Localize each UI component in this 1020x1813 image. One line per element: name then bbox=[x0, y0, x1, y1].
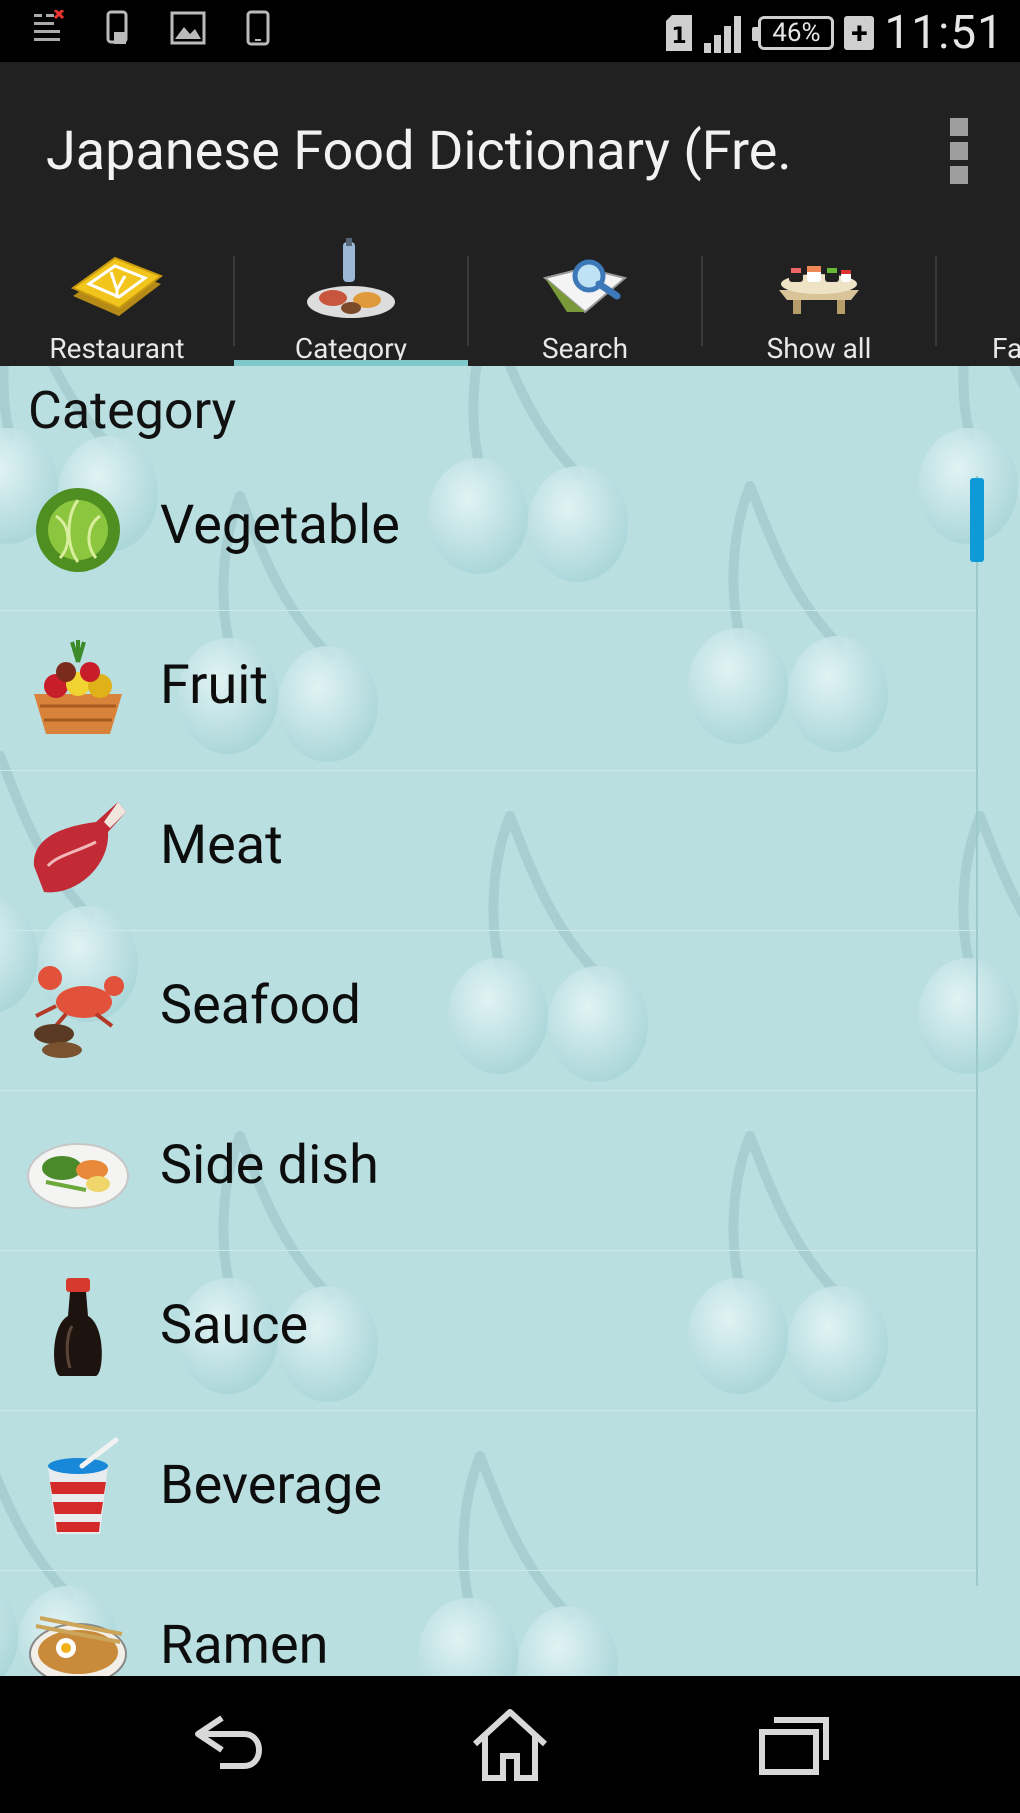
category-food-icon bbox=[307, 238, 395, 318]
tab-bar: Restaurant Category Search Show all Fa bbox=[0, 226, 1020, 366]
notification-icon bbox=[34, 10, 65, 41]
ramen-bowl-icon bbox=[29, 1616, 127, 1676]
tab-label: Show all bbox=[766, 332, 872, 365]
list-item-beverage[interactable]: Beverage bbox=[0, 1410, 980, 1571]
category-label: Meat bbox=[160, 814, 283, 877]
status-bar: 1 46% + 11:51 bbox=[0, 0, 1020, 62]
fruit-basket-icon bbox=[34, 640, 122, 734]
recent-apps-icon[interactable] bbox=[748, 1704, 838, 1784]
app-title: Japanese Food Dictionary (Fre. bbox=[46, 120, 792, 183]
scrollbar-track[interactable] bbox=[976, 476, 978, 1586]
list-item-meat[interactable]: Meat bbox=[0, 770, 980, 931]
side-dish-plate-icon bbox=[27, 1143, 129, 1209]
clock: 11:51 bbox=[884, 6, 1004, 60]
tablet-icon bbox=[246, 10, 270, 46]
tab-restaurant[interactable]: Restaurant bbox=[0, 226, 234, 366]
tab-label: Search bbox=[541, 332, 628, 365]
list-item-ramen[interactable]: Ramen bbox=[0, 1570, 980, 1676]
tab-label: Category bbox=[294, 332, 408, 365]
battery-icon: 46% bbox=[752, 16, 835, 50]
tab-search[interactable]: Search bbox=[468, 226, 702, 366]
steak-icon bbox=[33, 802, 126, 893]
phone-icon bbox=[106, 10, 128, 44]
category-label: Fruit bbox=[160, 654, 269, 717]
category-label: Sauce bbox=[160, 1294, 309, 1357]
drink-cup-icon bbox=[48, 1437, 119, 1534]
list-item-sauce[interactable]: Sauce bbox=[0, 1250, 980, 1411]
home-icon[interactable] bbox=[465, 1704, 555, 1784]
tab-category[interactable]: Category bbox=[234, 226, 468, 366]
signal-icon bbox=[704, 16, 742, 53]
restaurant-book-icon bbox=[70, 256, 164, 316]
category-list-panel[interactable]: Category Vegetable Fruit Meat Seafood Si… bbox=[0, 366, 1020, 1676]
cabbage-icon bbox=[36, 488, 120, 572]
category-label: Side dish bbox=[160, 1134, 379, 1197]
tab-show-all[interactable]: Show all bbox=[702, 226, 936, 366]
back-icon[interactable] bbox=[186, 1704, 276, 1784]
charging-plus-icon: + bbox=[844, 16, 875, 51]
category-heading: Category bbox=[28, 380, 237, 441]
action-bar: Japanese Food Dictionary (Fre. bbox=[0, 62, 1020, 226]
favorite-icon bbox=[958, 238, 1020, 328]
category-label: Ramen bbox=[160, 1614, 329, 1676]
tab-label: Restaurant bbox=[49, 332, 185, 365]
overflow-menu-icon[interactable] bbox=[948, 118, 970, 184]
soy-sauce-icon bbox=[54, 1278, 102, 1376]
lobster-icon bbox=[34, 966, 124, 1058]
image-icon bbox=[170, 11, 206, 45]
category-label: Seafood bbox=[160, 974, 361, 1037]
search-book-icon bbox=[542, 259, 628, 314]
list-item-seafood[interactable]: Seafood bbox=[0, 930, 980, 1091]
tab-favorite[interactable]: Fa bbox=[936, 226, 1020, 366]
list-item-fruit[interactable]: Fruit bbox=[0, 610, 980, 771]
svg-text:1: 1 bbox=[672, 24, 687, 49]
list-item-vegetable[interactable]: Vegetable bbox=[0, 450, 980, 611]
navigation-bar bbox=[0, 1676, 1020, 1813]
battery-percent: 46% bbox=[772, 18, 821, 48]
list-item-side-dish[interactable]: Side dish bbox=[0, 1090, 980, 1251]
category-label: Vegetable bbox=[160, 494, 400, 557]
scrollbar-thumb[interactable] bbox=[970, 478, 984, 562]
sushi-platter-icon bbox=[779, 266, 859, 314]
sim-icon: 1 bbox=[666, 15, 693, 51]
category-label: Beverage bbox=[160, 1454, 382, 1517]
tab-label: Fa bbox=[992, 332, 1020, 365]
